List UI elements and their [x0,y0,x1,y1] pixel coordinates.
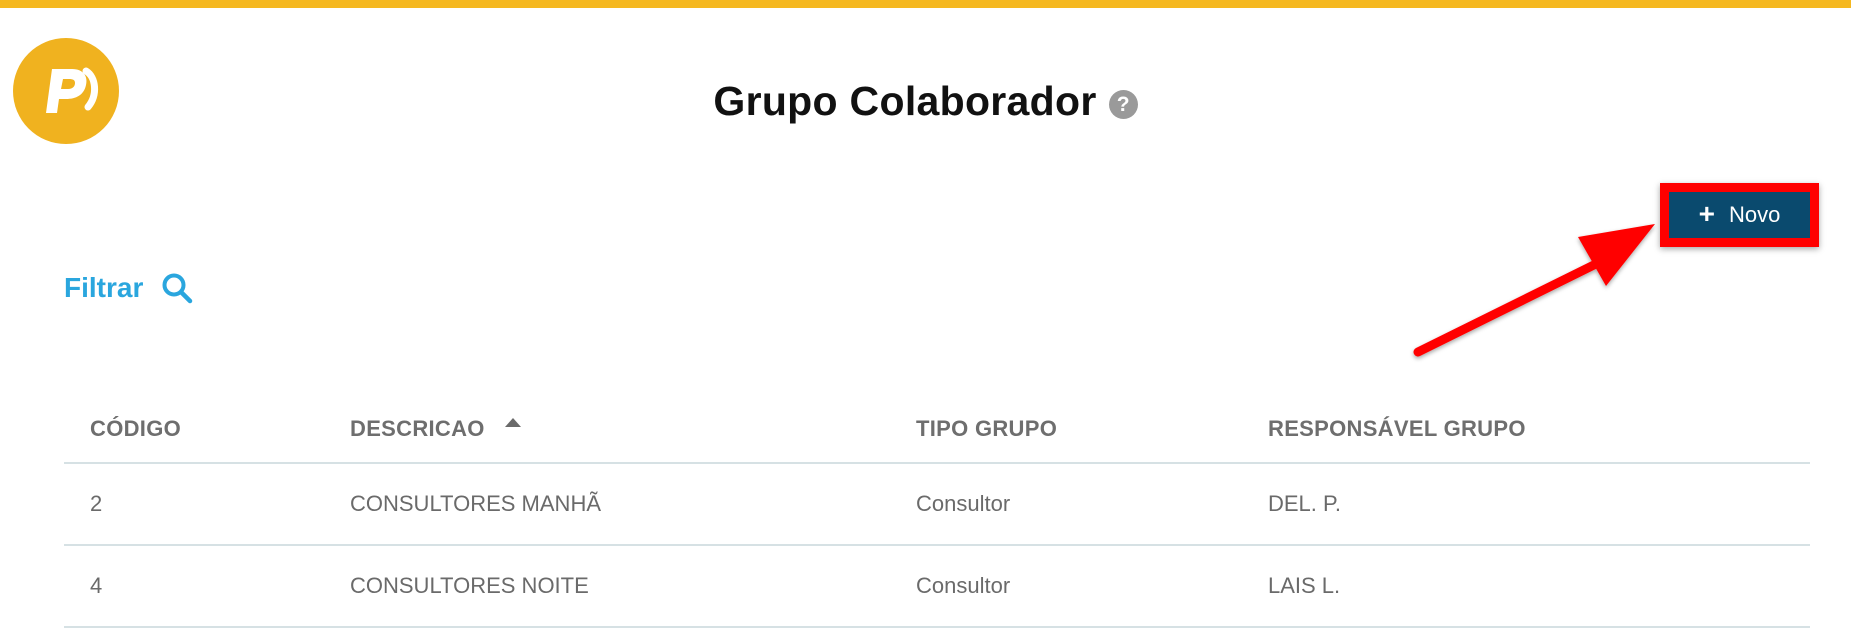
table-header-row: CÓDIGO DESCRICAO TIPO GRUPO RESPONSÁVEL … [64,396,1810,464]
column-header-codigo[interactable]: CÓDIGO [90,396,181,462]
page-header: Grupo Colaborador ? [0,78,1851,125]
column-header-descricao[interactable]: DESCRICAO [350,396,521,462]
cell-descricao: CONSULTORES NOITE [350,573,589,598]
filter-toggle[interactable]: Filtrar [64,272,193,304]
table-row[interactable]: 4 CONSULTORES NOITE Consultor LAIS L. [64,546,1810,628]
cell-responsavel-grupo: DEL. P. [1268,491,1341,516]
page: Grupo Colaborador ? + Novo Filtrar CÓDIG… [0,0,1851,630]
filter-label: Filtrar [64,272,144,303]
sort-ascending-icon [504,417,521,427]
table-row[interactable]: 2 CONSULTORES MANHÃ Consultor DEL. P. [64,464,1810,546]
cell-tipo-grupo: Consultor [916,491,1011,516]
column-header-tipo-grupo[interactable]: TIPO GRUPO [916,396,1057,462]
new-button[interactable]: + Novo [1669,192,1810,238]
cell-codigo: 2 [90,491,103,516]
cell-codigo: 4 [90,573,103,598]
cell-tipo-grupo: Consultor [916,573,1011,598]
page-title: Grupo Colaborador [713,78,1097,124]
data-table: CÓDIGO DESCRICAO TIPO GRUPO RESPONSÁVEL … [64,396,1810,628]
top-accent-bar [0,0,1851,8]
cell-responsavel-grupo: LAIS L. [1268,573,1341,598]
search-icon [162,273,193,304]
question-circle-icon[interactable]: ? [1108,90,1138,119]
column-header-responsavel-grupo[interactable]: RESPONSÁVEL GRUPO [1268,396,1526,462]
plus-icon: + [1698,197,1715,229]
cell-descricao: CONSULTORES MANHÃ [350,491,602,516]
new-button-label: Novo [1729,202,1781,227]
